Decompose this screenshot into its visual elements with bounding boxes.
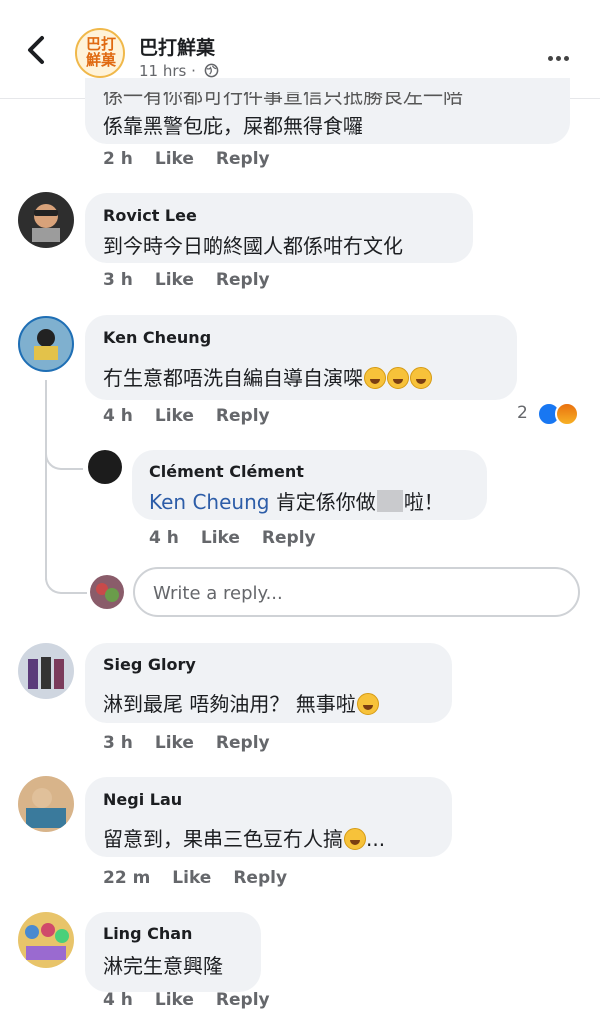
rolling-laughing-emoji-icon: [364, 367, 386, 389]
comment-time[interactable]: 4 h: [103, 406, 133, 426]
avatar-image: [25, 923, 69, 960]
avatar-image: [28, 657, 64, 689]
avatar-image: [32, 204, 60, 242]
mention-link[interactable]: Ken Cheung: [149, 490, 269, 514]
reply-time[interactable]: 4 h: [149, 528, 179, 548]
angry-reaction-icon: [555, 402, 579, 426]
comment-text-tail: ...: [366, 827, 386, 851]
logo-text-top: 巴打: [85, 35, 116, 53]
reply-button[interactable]: Reply: [216, 270, 270, 290]
comment-text: 留意到，果串三色豆冇人搞...: [103, 823, 385, 852]
reply-input-box[interactable]: [133, 567, 580, 617]
reply-text-a: 肯定係你做: [275, 490, 376, 514]
like-button[interactable]: Like: [155, 990, 194, 1010]
page-name[interactable]: 巴打鮮菓: [139, 33, 215, 60]
comment-text-body: 留意到，果串三色豆冇人搞: [103, 827, 343, 851]
like-button[interactable]: Like: [155, 406, 194, 426]
comment-text: 淋到最尾 唔夠油用？ 無事啦: [103, 688, 379, 717]
comment-actions: 3 h Like Reply: [103, 733, 292, 753]
comment-time[interactable]: 2 h: [103, 149, 133, 169]
comment-actions: 3 h Like Reply: [103, 270, 292, 290]
like-button[interactable]: Like: [172, 868, 211, 888]
reply-button[interactable]: Reply: [216, 990, 270, 1010]
reply-button[interactable]: Reply: [262, 528, 316, 548]
thread-line: [45, 560, 87, 594]
comment-time[interactable]: 22 m: [103, 868, 150, 888]
avatar[interactable]: [18, 192, 74, 248]
avatar[interactable]: [18, 776, 74, 832]
comment-text: 係靠黑警包庇，屎都無得食囉: [103, 114, 363, 138]
avatar[interactable]: [88, 450, 122, 484]
reply-actions: 4 h Like Reply: [149, 528, 338, 548]
globe-icon: [204, 63, 219, 78]
crying-face-emoji-icon: [344, 828, 366, 850]
reply-input[interactable]: [151, 579, 555, 607]
comment-text: 到今時今日啲終國人都係咁冇文化: [103, 234, 403, 258]
avatar[interactable]: [18, 316, 74, 372]
reply-text-b: 啦！: [403, 490, 444, 514]
like-button[interactable]: Like: [155, 270, 194, 290]
page-avatar[interactable]: 巴打 鮮菓: [75, 28, 125, 78]
avatar-image: [20, 318, 72, 370]
thread-line: [45, 380, 47, 580]
comment-actions: 2 h Like Reply: [103, 149, 292, 169]
avatar-image: [26, 788, 66, 828]
like-button[interactable]: Like: [155, 733, 194, 753]
reply-author[interactable]: Clément Clément: [149, 462, 304, 481]
logo-text-bottom: 鮮菓: [85, 51, 116, 69]
avatar[interactable]: [18, 643, 74, 699]
reaction-count: 2: [517, 403, 528, 423]
like-button[interactable]: Like: [201, 528, 240, 548]
like-button[interactable]: Like: [155, 149, 194, 169]
reply-text: Ken Cheung 肯定係你做 啦！: [149, 486, 444, 515]
rolling-laughing-emoji-icon: [387, 367, 409, 389]
avatar-image: [96, 583, 119, 602]
comment-actions: 22 m Like Reply: [103, 868, 309, 888]
rolling-laughing-emoji-icon: [410, 367, 432, 389]
more-dots-icon[interactable]: [548, 46, 572, 65]
reply-button[interactable]: Reply: [216, 733, 270, 753]
thread-line: [45, 440, 83, 470]
comment-author[interactable]: Ken Cheung: [103, 328, 211, 347]
comment-text-body: 淋到最尾 唔夠油用？ 無事啦: [103, 692, 356, 716]
comment-author[interactable]: Sieg Glory: [103, 655, 196, 674]
comment-author[interactable]: Rovict Lee: [103, 206, 197, 225]
reply-button[interactable]: Reply: [216, 149, 270, 169]
reply-button[interactable]: Reply: [233, 868, 287, 888]
comment-actions: 4 h Like Reply: [103, 990, 292, 1010]
comment-text: 冇生意都唔洗自編自導自演㗎: [103, 362, 432, 391]
comment-author[interactable]: Ling Chan: [103, 924, 192, 943]
current-user-avatar: [90, 575, 124, 609]
comment-text: 淋完生意興隆: [103, 954, 223, 978]
rolling-laughing-emoji-icon: [356, 693, 379, 715]
comment-time[interactable]: 4 h: [103, 990, 133, 1010]
comment-author[interactable]: Negi Lau: [103, 790, 182, 809]
censored-block: [376, 490, 403, 512]
comment-time[interactable]: 3 h: [103, 270, 133, 290]
avatar[interactable]: [18, 912, 74, 968]
comment-text-body: 冇生意都唔洗自編自導自演㗎: [103, 366, 363, 390]
chevron-left-icon[interactable]: [22, 34, 50, 66]
reply-button[interactable]: Reply: [216, 406, 270, 426]
comment-actions: 4 h Like Reply: [103, 406, 292, 426]
comment-time[interactable]: 3 h: [103, 733, 133, 753]
